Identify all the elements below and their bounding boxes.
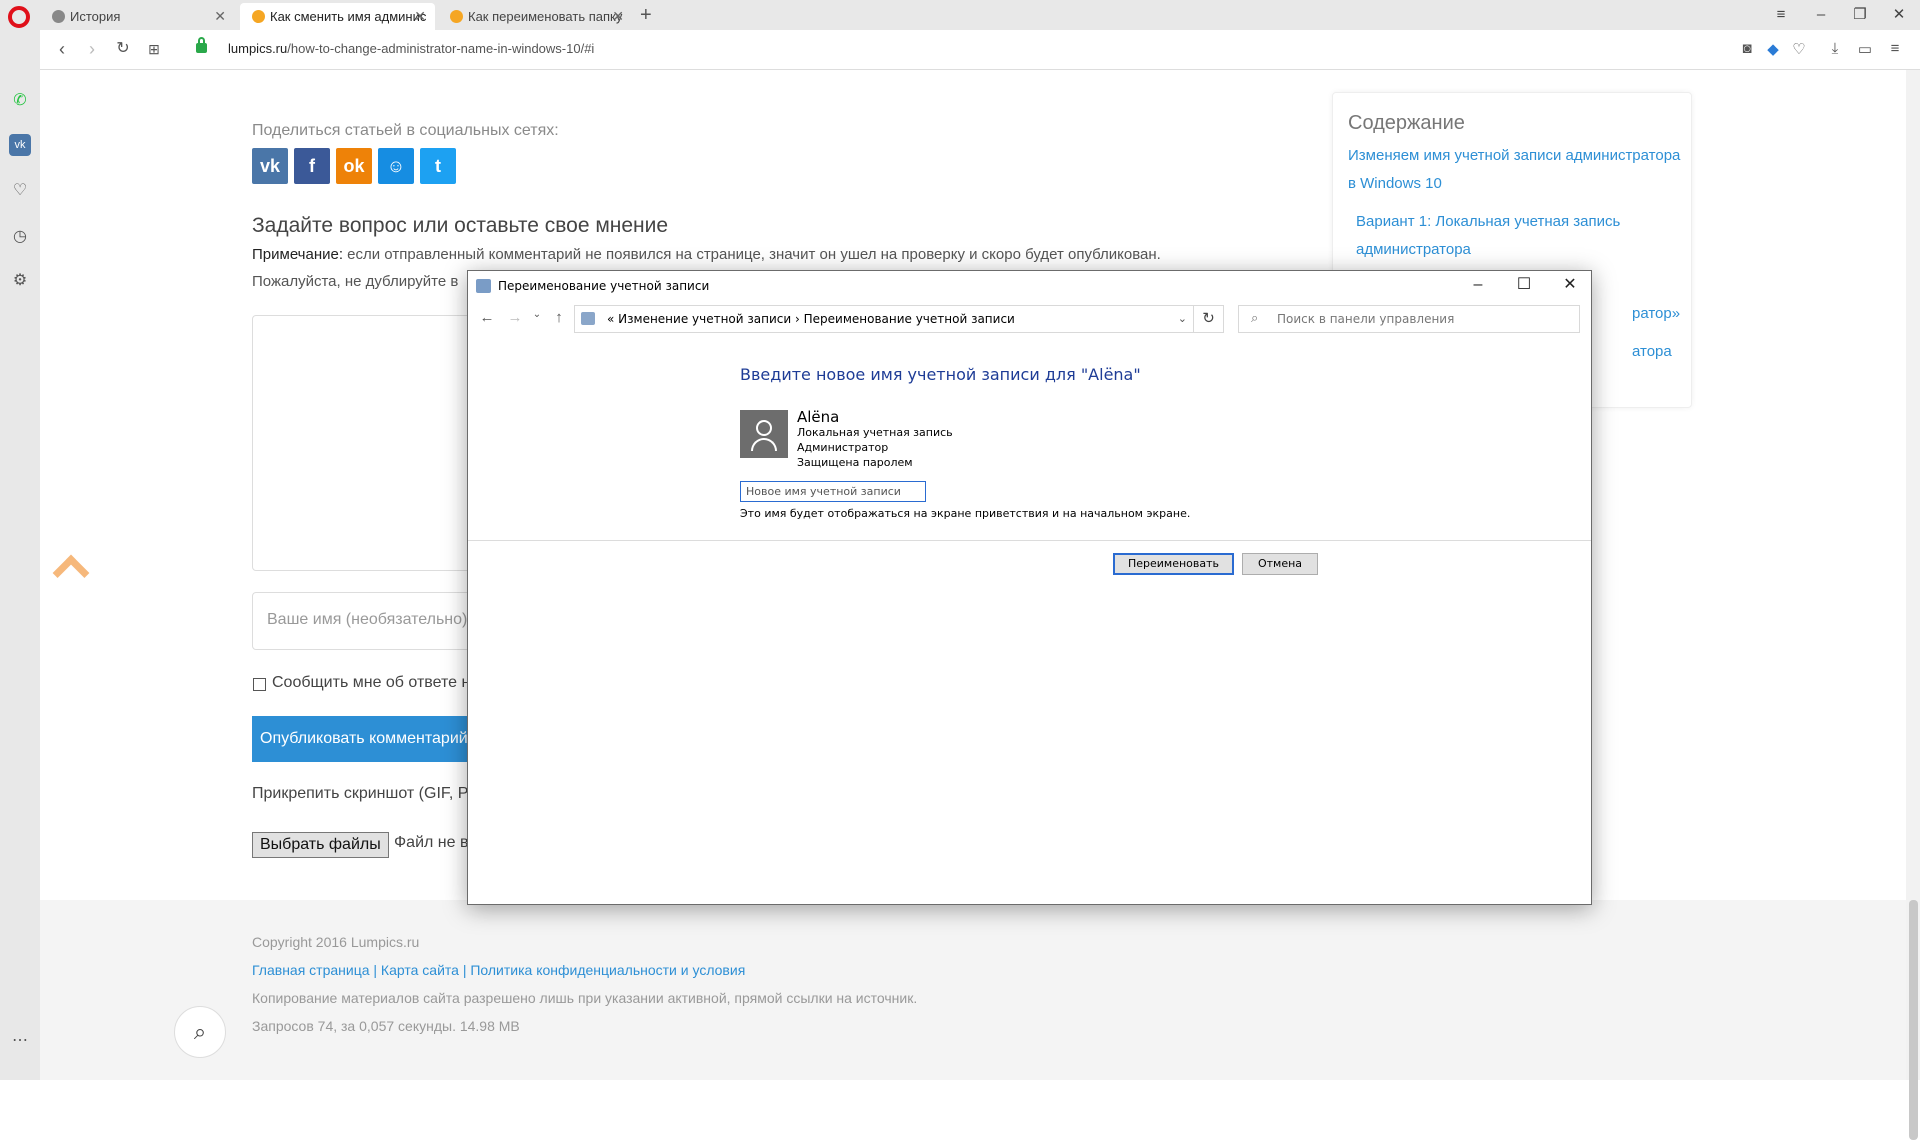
download-icon[interactable]: ⤓ — [1824, 40, 1846, 57]
dialog-refresh-icon[interactable]: ↻ — [1194, 305, 1224, 333]
notify-checkbox[interactable] — [253, 678, 266, 691]
share-title: Поделиться статьей в социальных сетях: — [252, 122, 559, 139]
toc-link[interactable]: Изменяем имя учетной записи администрато… — [1348, 142, 1680, 170]
user-avatar-icon — [740, 410, 788, 458]
url-field[interactable]: lumpics.ru/how-to-change-administrator-n… — [228, 41, 594, 56]
lumpics-favicon-icon — [252, 10, 265, 23]
dialog-minimize-icon[interactable]: – — [1455, 271, 1501, 301]
history-clock-icon[interactable]: ◷ — [9, 226, 31, 248]
rename-account-dialog: Переименование учетной записи – ☐ ✕ ← → … — [467, 270, 1592, 905]
secure-lock-icon[interactable] — [196, 37, 207, 53]
vpn-shield-icon[interactable]: ◆ — [1762, 40, 1784, 58]
account-type: Локальная учетная запись — [797, 426, 953, 439]
odnoklassniki-share-button[interactable]: ok — [336, 148, 372, 184]
scrollbar-thumb[interactable] — [1909, 900, 1918, 1140]
account-security: Защищена паролем — [797, 456, 913, 469]
restore-icon[interactable]: ❐ — [1845, 2, 1875, 28]
cancel-button[interactable]: Отмена — [1242, 553, 1318, 575]
account-role: Администратор — [797, 441, 889, 454]
toc-link[interactable]: атора — [1632, 338, 1672, 366]
twitter-share-button[interactable]: t — [420, 148, 456, 184]
mailru-share-button[interactable]: ☺ — [378, 148, 414, 184]
settings-gear-icon[interactable]: ⚙ — [9, 270, 31, 292]
new-account-name-input[interactable]: Новое имя учетной записи — [740, 481, 926, 502]
control-panel-search-input[interactable]: ⌕ Поиск в панели управления — [1238, 305, 1580, 333]
choose-files-button[interactable]: Выбрать файлы — [252, 832, 389, 858]
dialog-back-icon[interactable]: ← — [476, 309, 498, 326]
clock-icon — [52, 10, 65, 23]
dialog-maximize-icon[interactable]: ☐ — [1501, 271, 1547, 301]
comment-section-title: Задайте вопрос или оставьте свое мнение — [252, 214, 669, 237]
breadcrumb-dropdown-icon[interactable]: ⌄ — [1178, 306, 1187, 332]
close-tab-icon[interactable]: ✕ — [414, 3, 426, 30]
dialog-divider — [468, 540, 1591, 541]
browser-tab-bar: История ✕ Как сменить имя админис ✕ Как … — [0, 0, 1920, 30]
rename-button[interactable]: Переименовать — [1113, 553, 1234, 575]
scroll-to-top-icon[interactable] — [52, 554, 90, 592]
facebook-share-button[interactable]: f — [294, 148, 330, 184]
toc-link[interactable]: в Windows 10 — [1348, 170, 1442, 198]
comment-note: Примечание: если отправленный комментари… — [252, 246, 1161, 263]
attach-screenshot-label: Прикрепить скриншот (GIF, P — [252, 785, 469, 802]
close-tab-icon[interactable]: ✕ — [612, 3, 624, 30]
vk-share-button[interactable]: vk — [252, 148, 288, 184]
vk-icon[interactable]: vk — [9, 134, 31, 156]
breadcrumb-root[interactable]: Изменение учетной записи — [618, 312, 791, 326]
tab-menu-icon[interactable]: ≡ — [1766, 2, 1796, 28]
dialog-close-icon[interactable]: ✕ — [1547, 271, 1593, 301]
file-status-label: Файл не в — [394, 834, 469, 851]
up-level-icon[interactable]: ↑ — [548, 309, 570, 326]
toc-title: Содержание — [1348, 112, 1465, 134]
address-bar: ‹ › ↻ ⊞ lumpics.ru/how-to-change-adminis… — [40, 30, 1920, 70]
snapshot-icon[interactable]: ◙ — [1736, 40, 1758, 57]
rename-prompt: Введите новое имя учетной записи для "Al… — [740, 365, 1141, 384]
reload-icon[interactable]: ↻ — [111, 38, 135, 60]
forward-icon[interactable]: › — [80, 38, 104, 60]
new-tab-icon[interactable]: + — [640, 3, 652, 27]
battery-saver-icon[interactable]: ▭ — [1854, 40, 1876, 58]
heart-icon[interactable]: ♡ — [1788, 40, 1810, 58]
users-icon — [581, 312, 595, 325]
lumpics-favicon-icon — [450, 10, 463, 23]
minimize-icon[interactable]: – — [1806, 2, 1836, 28]
footer-copyright: Copyright 2016 Lumpics.ru — [252, 934, 420, 950]
footer-stats: Запросов 74, за 0,057 секунды. 14.98 MB — [252, 1018, 520, 1034]
dialog-forward-icon[interactable]: → — [504, 309, 526, 326]
easy-setup-icon[interactable]: ≡ — [1884, 40, 1906, 57]
opera-logo-icon[interactable] — [8, 6, 30, 28]
tab-history[interactable]: История ✕ — [40, 3, 235, 30]
bookmarks-heart-icon[interactable]: ♡ — [9, 180, 31, 202]
footer-notice: Копирование материалов сайта разрешено л… — [252, 990, 918, 1006]
page-scrollbar[interactable] — [1906, 70, 1920, 1140]
account-name: Alёna — [797, 408, 840, 426]
toc-link[interactable]: Вариант 1: Локальная учетная запись — [1356, 208, 1620, 236]
tab-rename-folder[interactable]: Как переименовать папку ✕ — [438, 3, 633, 30]
toc-link[interactable]: ратор» — [1632, 300, 1680, 328]
search-icon: ⌕ — [1251, 311, 1259, 326]
rename-hint: Это имя будет отображаться на экране при… — [740, 507, 1191, 520]
notify-label: Сообщить мне об ответе н — [272, 674, 471, 691]
dialog-breadcrumb[interactable]: « Изменение учетной записи › Переименова… — [574, 305, 1194, 333]
more-icon[interactable]: ⋯ — [9, 1030, 31, 1052]
search-icon[interactable]: ⌕ — [174, 1006, 226, 1058]
breadcrumb-current[interactable]: Переименование учетной записи — [804, 312, 1015, 326]
comment-note-2: Пожалуйста, не дублируйте в — [252, 273, 459, 290]
footer-links[interactable]: Главная страница | Карта сайта | Политик… — [252, 962, 745, 978]
toc-link[interactable]: администратора — [1356, 236, 1471, 264]
recent-dropdown-icon[interactable]: ⌄ — [526, 309, 548, 320]
page-footer: Copyright 2016 Lumpics.ru Главная страни… — [40, 900, 1906, 1080]
tab-change-admin-name[interactable]: Как сменить имя админис ✕ — [240, 3, 435, 30]
close-tab-icon[interactable]: ✕ — [214, 3, 226, 30]
dialog-titlebar: Переименование учетной записи — [468, 271, 1591, 301]
whatsapp-icon[interactable]: ✆ — [9, 90, 31, 112]
users-icon — [476, 279, 491, 293]
speed-dial-icon[interactable]: ⊞ — [142, 38, 166, 60]
close-window-icon[interactable]: ✕ — [1884, 2, 1914, 28]
browser-sidebar: ✆ vk ♡ ◷ ⚙ ⋯ — [0, 30, 40, 1080]
back-icon[interactable]: ‹ — [50, 38, 74, 60]
